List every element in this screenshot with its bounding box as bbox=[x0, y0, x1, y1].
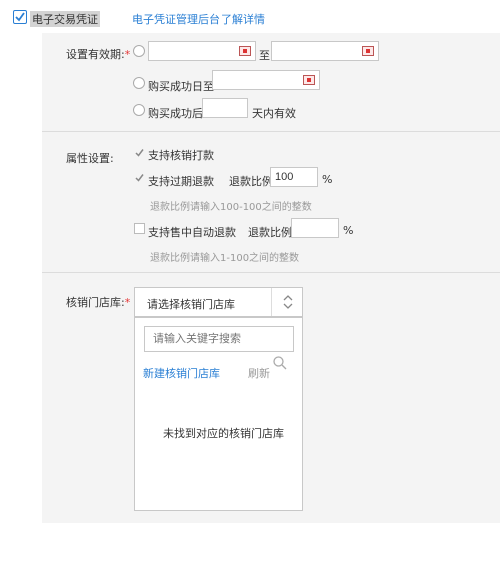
store-select-placeholder: 请选择核销门店库 bbox=[147, 298, 235, 311]
store-dropdown-panel: 新建核销门店库 刷新 未找到对应的核销门店库 bbox=[134, 317, 303, 511]
support-expired-refund-checkbox[interactable] bbox=[134, 172, 145, 183]
calendar-icon[interactable] bbox=[362, 46, 374, 56]
refund-ratio-hint: 退款比例请输入100-100之间的整数 bbox=[150, 202, 312, 213]
refund-ratio-input[interactable] bbox=[270, 167, 318, 187]
auto-refund-ratio-input[interactable] bbox=[291, 218, 339, 238]
electronic-voucher-label[interactable]: 电子交易凭证 bbox=[30, 11, 100, 27]
validity-until-date-input[interactable] bbox=[212, 70, 320, 90]
section-divider bbox=[42, 272, 500, 273]
range-separator: 至 bbox=[259, 49, 270, 62]
support-redeem-checkbox[interactable] bbox=[134, 147, 145, 158]
validity-days-suffix: 天内有效 bbox=[252, 107, 296, 120]
new-store-link[interactable]: 新建核销门店库 bbox=[143, 365, 220, 381]
select-divider bbox=[271, 288, 272, 316]
percent-sign-2: % bbox=[343, 224, 354, 237]
validity-label: 设置有效期:* bbox=[66, 48, 131, 61]
validity-until-radio[interactable] bbox=[133, 77, 145, 89]
store-label: 核销门店库:* bbox=[66, 296, 131, 309]
calendar-icon[interactable] bbox=[239, 46, 251, 56]
checkmark-icon bbox=[135, 149, 144, 157]
calendar-icon[interactable] bbox=[303, 75, 315, 85]
store-search-input[interactable] bbox=[144, 326, 294, 352]
support-auto-refund-checkbox[interactable] bbox=[134, 223, 145, 234]
validity-days-radio[interactable] bbox=[133, 104, 145, 116]
search-icon[interactable] bbox=[272, 355, 288, 371]
percent-sign: % bbox=[322, 173, 333, 186]
attributes-label: 属性设置: bbox=[66, 152, 114, 165]
auto-refund-ratio-hint: 退款比例请输入1-100之间的整数 bbox=[150, 253, 300, 264]
voucher-admin-link[interactable]: 电子凭证管理后台 bbox=[132, 11, 220, 27]
refresh-button[interactable]: 刷新 bbox=[248, 365, 270, 381]
empty-store-message: 未找到对应的核销门店库 bbox=[163, 427, 284, 440]
validity-range-radio[interactable] bbox=[133, 45, 145, 57]
checkmark-icon bbox=[15, 12, 25, 22]
auto-refund-ratio-label: 退款比例 bbox=[248, 226, 292, 239]
refund-ratio-label: 退款比例 bbox=[229, 175, 273, 188]
checkmark-icon bbox=[135, 174, 144, 182]
validity-days-prefix: 购买成功后 bbox=[148, 107, 203, 120]
support-redeem-label: 支持核销打款 bbox=[148, 149, 214, 162]
section-divider bbox=[42, 131, 500, 132]
store-select[interactable]: 请选择核销门店库 bbox=[134, 287, 303, 317]
validity-start-date-input[interactable] bbox=[148, 41, 256, 61]
validity-until-label: 购买成功日至 bbox=[148, 80, 214, 93]
support-expired-refund-label: 支持过期退款 bbox=[148, 175, 214, 188]
learn-more-link[interactable]: 了解详情 bbox=[221, 11, 265, 27]
validity-days-input[interactable] bbox=[202, 98, 248, 118]
validity-end-date-input[interactable] bbox=[271, 41, 379, 61]
electronic-voucher-checkbox[interactable] bbox=[13, 10, 27, 24]
support-auto-refund-label: 支持售中自动退款 bbox=[148, 226, 236, 239]
updown-chevron-icon bbox=[283, 295, 293, 309]
